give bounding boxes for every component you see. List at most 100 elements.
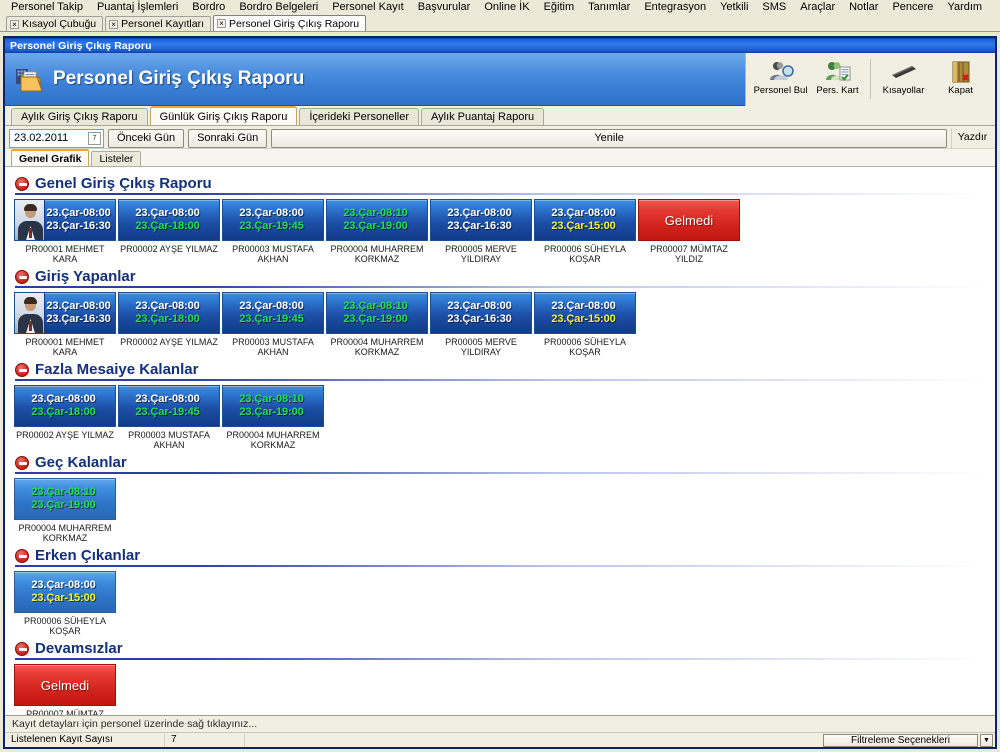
document-tab-1[interactable]: × Personel Kayıtları <box>105 16 212 31</box>
menu-item-ara-lar[interactable]: Araçlar <box>793 0 842 15</box>
absent-card[interactable]: Gelmedi <box>638 199 740 241</box>
employee-card[interactable]: Gelmedi PR00007 MÜMTAZ YILDIZ <box>637 199 741 264</box>
close-icon[interactable]: × <box>109 19 119 29</box>
menu-item-tan-mlar[interactable]: Tanımlar <box>581 0 637 15</box>
menu-item-entegrasyon[interactable]: Entegrasyon <box>637 0 713 15</box>
attendance-card[interactable]: 23.Çar-08:00 23.Çar-18:00 <box>14 385 116 427</box>
exit-time: 23.Çar-15:00 <box>551 313 616 325</box>
tab-3[interactable]: Aylık Puantaj Raporu <box>420 108 545 125</box>
menu-item-notlar[interactable]: Notlar <box>842 0 885 15</box>
employee-card[interactable]: 23.Çar-08:00 23.Çar-16:30 PR00001 MEHMET K… <box>13 199 117 264</box>
attendance-card[interactable]: 23.Çar-08:10 23.Çar-19:00 <box>326 292 428 334</box>
attendance-card[interactable]: 23.Çar-08:10 23.Çar-19:00 <box>326 199 428 241</box>
employee-card[interactable]: Gelmedi PR00007 MÜMTAZ YILDIZ <box>13 664 117 715</box>
menu-item-personel-kay-t[interactable]: Personel Kayıt <box>325 0 411 15</box>
menu-item-pencere[interactable]: Pencere <box>885 0 940 15</box>
previous-day-button[interactable]: Önceki Gün <box>108 128 185 148</box>
attendance-card[interactable]: 23.Çar-08:00 23.Çar-19:45 <box>118 385 220 427</box>
filter-options-button[interactable]: Filtreleme Seçenekleri <box>823 733 978 747</box>
employee-card[interactable]: 23.Çar-08:00 23.Çar-16:30 PR00005 MERVE YI… <box>429 199 533 264</box>
date-input[interactable]: 23.02.2011 7 <box>9 128 104 148</box>
report-scroll-area[interactable]: Genel Giriş Çıkış Raporu 23.Çar-08:00 23.Ç… <box>5 167 995 715</box>
close-icon[interactable]: × <box>217 19 227 28</box>
calendar-icon[interactable]: 7 <box>88 131 101 145</box>
menu-item-bordro-belgeleri[interactable]: Bordro Belgeleri <box>232 0 325 15</box>
attendance-card[interactable]: 23.Çar-08:00 23.Çar-19:45 <box>222 292 324 334</box>
hint-text: Kayıt detayları için personel üzerinde s… <box>12 718 258 730</box>
menu-item-sms[interactable]: SMS <box>755 0 793 15</box>
collapse-minus-icon[interactable] <box>15 641 29 656</box>
print-button[interactable]: Yazdır <box>951 128 993 148</box>
entry-time: 23.Çar-08:00 <box>551 207 616 219</box>
refresh-button[interactable]: Yenile <box>271 128 947 148</box>
menu-item-puantaj-i-lemleri[interactable]: Puantaj İşlemleri <box>90 0 185 15</box>
document-tab-0[interactable]: × Kısayol Çubuğu <box>6 16 104 31</box>
attendance-card[interactable]: 23.Çar-08:00 23.Çar-16:30 <box>430 292 532 334</box>
tab-0[interactable]: Aylık Giriş Çıkış Raporu <box>11 108 148 125</box>
menu-item-personel-takip[interactable]: Personel Takip <box>4 0 90 15</box>
pers-kart-button[interactable]: Pers. Kart <box>809 57 866 96</box>
employee-card[interactable]: 23.Çar-08:10 23.Çar-19:00 PR00004 MUHARREM… <box>325 199 429 264</box>
employee-card[interactable]: 23.Çar-08:00 23.Çar-19:45 PR00003 MUSTAFA … <box>117 385 221 450</box>
chevron-down-icon[interactable]: ▼ <box>980 733 993 747</box>
employee-card[interactable]: 23.Çar-08:00 23.Çar-16:30 PR00001 MEHMET K… <box>13 292 117 357</box>
section-header[interactable]: Fazla Mesaiye Kalanlar <box>13 361 987 378</box>
attendance-card[interactable]: 23.Çar-08:00 23.Çar-16:30 <box>14 199 116 241</box>
attendance-card[interactable]: 23.Çar-08:00 23.Çar-16:30 <box>14 292 116 334</box>
employee-card[interactable]: 23.Çar-08:10 23.Çar-19:00 PR00004 MUHARREM… <box>13 478 117 543</box>
employee-card[interactable]: 23.Çar-08:00 23.Çar-18:00 PR00002 AYŞE YIL… <box>117 292 221 357</box>
collapse-minus-icon[interactable] <box>15 176 29 191</box>
time-block: 23.Çar-08:00 23.Çar-15:00 <box>535 207 635 233</box>
employee-card[interactable]: 23.Çar-08:10 23.Çar-19:00 PR00004 MUHARREM… <box>221 385 325 450</box>
menu-item-yetkili[interactable]: Yetkili <box>713 0 755 15</box>
time-block: 23.Çar-08:00 23.Çar-16:30 <box>431 207 531 233</box>
menu-item-online-i-k[interactable]: Online İK <box>477 0 536 15</box>
personel-bul-button[interactable]: Personel Bul <box>752 57 809 96</box>
attendance-card[interactable]: 23.Çar-08:00 23.Çar-15:00 <box>534 292 636 334</box>
inner-tab-1[interactable]: Listeler <box>91 151 142 166</box>
section-header[interactable]: Genel Giriş Çıkış Raporu <box>13 175 987 192</box>
menu-item-yard-m[interactable]: Yardım <box>940 0 989 15</box>
employee-card[interactable]: 23.Çar-08:00 23.Çar-19:45 PR00003 MUSTAFA … <box>221 199 325 264</box>
menu-item-ba-vurular[interactable]: Başvurular <box>411 0 478 15</box>
collapse-minus-icon[interactable] <box>15 362 29 377</box>
menu-item-e-itim[interactable]: Eğitim <box>537 0 582 15</box>
document-tab-2[interactable]: × Personel Giriş Çıkış Raporu <box>213 15 367 31</box>
attendance-card[interactable]: 23.Çar-08:10 23.Çar-19:00 <box>14 478 116 520</box>
section-header[interactable]: Devamsızlar <box>13 640 987 657</box>
kisayollar-button[interactable]: Kısayollar <box>875 57 932 96</box>
close-icon[interactable]: × <box>10 19 19 29</box>
entry-time: 23.Çar-08:00 <box>135 207 200 219</box>
tab-1[interactable]: Günlük Giriş Çıkış Raporu <box>149 106 298 125</box>
attendance-card[interactable]: 23.Çar-08:00 23.Çar-18:00 <box>118 292 220 334</box>
time-block: 23.Çar-08:00 23.Çar-18:00 <box>119 300 219 326</box>
attendance-card[interactable]: 23.Çar-08:00 23.Çar-15:00 <box>14 571 116 613</box>
attendance-card[interactable]: 23.Çar-08:00 23.Çar-18:00 <box>118 199 220 241</box>
employee-card[interactable]: 23.Çar-08:00 23.Çar-19:45 PR00003 MUSTAFA … <box>221 292 325 357</box>
attendance-card[interactable]: 23.Çar-08:00 23.Çar-15:00 <box>534 199 636 241</box>
attendance-card[interactable]: 23.Çar-08:00 23.Çar-19:45 <box>222 199 324 241</box>
employee-card[interactable]: 23.Çar-08:00 23.Çar-15:00 PR00006 SÜHEYLA … <box>533 292 637 357</box>
menu-item-bordro[interactable]: Bordro <box>185 0 232 15</box>
employee-card[interactable]: 23.Çar-08:00 23.Çar-18:00 PR00002 AYŞE YIL… <box>13 385 117 450</box>
inner-tab-0[interactable]: Genel Grafik <box>11 149 90 166</box>
attendance-card[interactable]: 23.Çar-08:00 23.Çar-16:30 <box>430 199 532 241</box>
section-header[interactable]: Geç Kalanlar <box>13 454 987 471</box>
section-header[interactable]: Erken Çıkanlar <box>13 547 987 564</box>
employee-card[interactable]: 23.Çar-08:00 23.Çar-15:00 PR00006 SÜHEYLA … <box>13 571 117 636</box>
absent-card[interactable]: Gelmedi <box>14 664 116 706</box>
tab-2[interactable]: İçerideki Personeller <box>299 108 419 125</box>
employee-card[interactable]: 23.Çar-08:00 23.Çar-15:00 PR00006 SÜHEYLA … <box>533 199 637 264</box>
collapse-minus-icon[interactable] <box>15 455 29 470</box>
employee-card[interactable]: 23.Çar-08:10 23.Çar-19:00 PR00004 MUHARREM… <box>325 292 429 357</box>
section-header[interactable]: Giriş Yapanlar <box>13 268 987 285</box>
time-block: 23.Çar-08:10 23.Çar-19:00 <box>327 207 427 233</box>
next-day-button[interactable]: Sonraki Gün <box>188 128 268 148</box>
collapse-minus-icon[interactable] <box>15 548 29 563</box>
kapat-button[interactable]: Kapat <box>932 57 989 96</box>
employee-name: PR00003 MUSTAFA AKHAN <box>232 244 314 264</box>
employee-card[interactable]: 23.Çar-08:00 23.Çar-16:30 PR00005 MERVE YI… <box>429 292 533 357</box>
collapse-minus-icon[interactable] <box>15 269 29 284</box>
employee-card[interactable]: 23.Çar-08:00 23.Çar-18:00 PR00002 AYŞE YIL… <box>117 199 221 264</box>
attendance-card[interactable]: 23.Çar-08:10 23.Çar-19:00 <box>222 385 324 427</box>
